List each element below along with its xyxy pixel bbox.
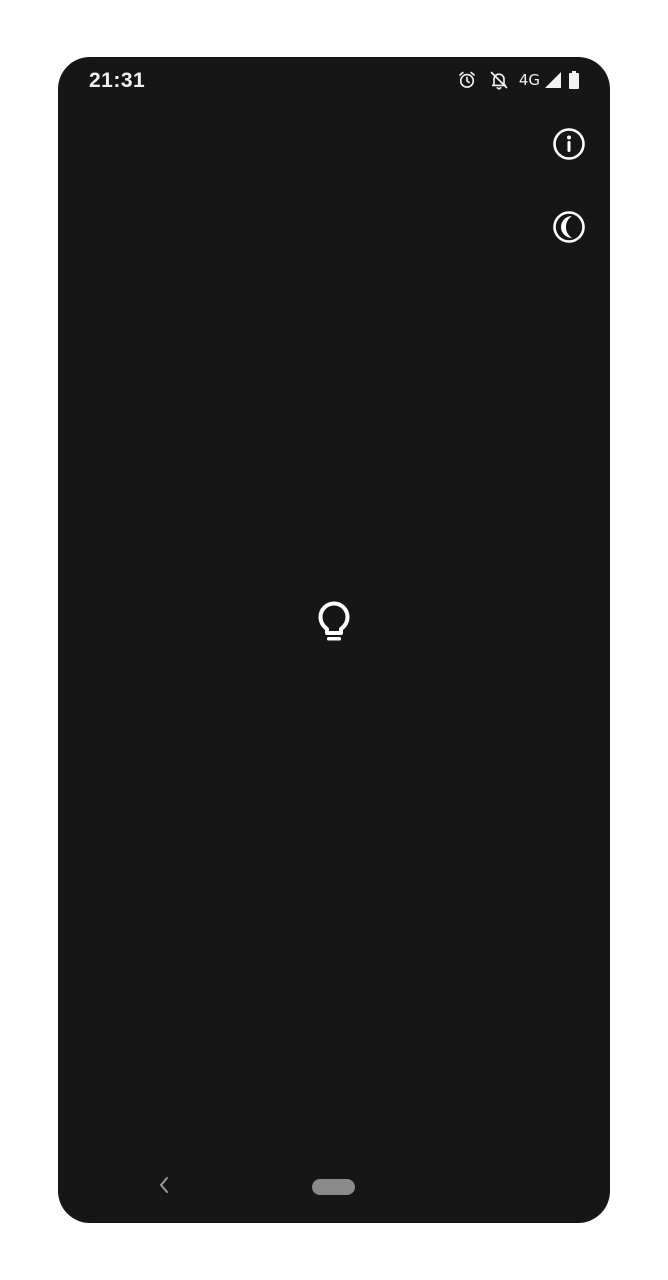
status-time: 21:31 (89, 69, 146, 92)
phone-screen: 21:31 4G (58, 57, 610, 1223)
flashlight-toggle-button[interactable] (306, 597, 362, 653)
notifications-off-icon (489, 70, 509, 90)
info-button[interactable] (547, 124, 591, 168)
cellular-signal-icon (544, 71, 562, 89)
dark-mode-toggle[interactable] (547, 207, 591, 251)
status-icons: 4G (457, 68, 580, 92)
lightbulb-icon (315, 599, 353, 652)
nav-back-button[interactable] (150, 1173, 178, 1201)
back-chevron-icon (157, 1175, 171, 1200)
info-icon (552, 127, 586, 166)
nav-home-pill[interactable] (312, 1179, 355, 1195)
status-bar: 21:31 4G (58, 57, 610, 105)
alarm-icon (457, 70, 477, 90)
dark-mode-icon (552, 210, 586, 249)
battery-icon (568, 71, 580, 89)
network-type: 4G (518, 71, 540, 89)
